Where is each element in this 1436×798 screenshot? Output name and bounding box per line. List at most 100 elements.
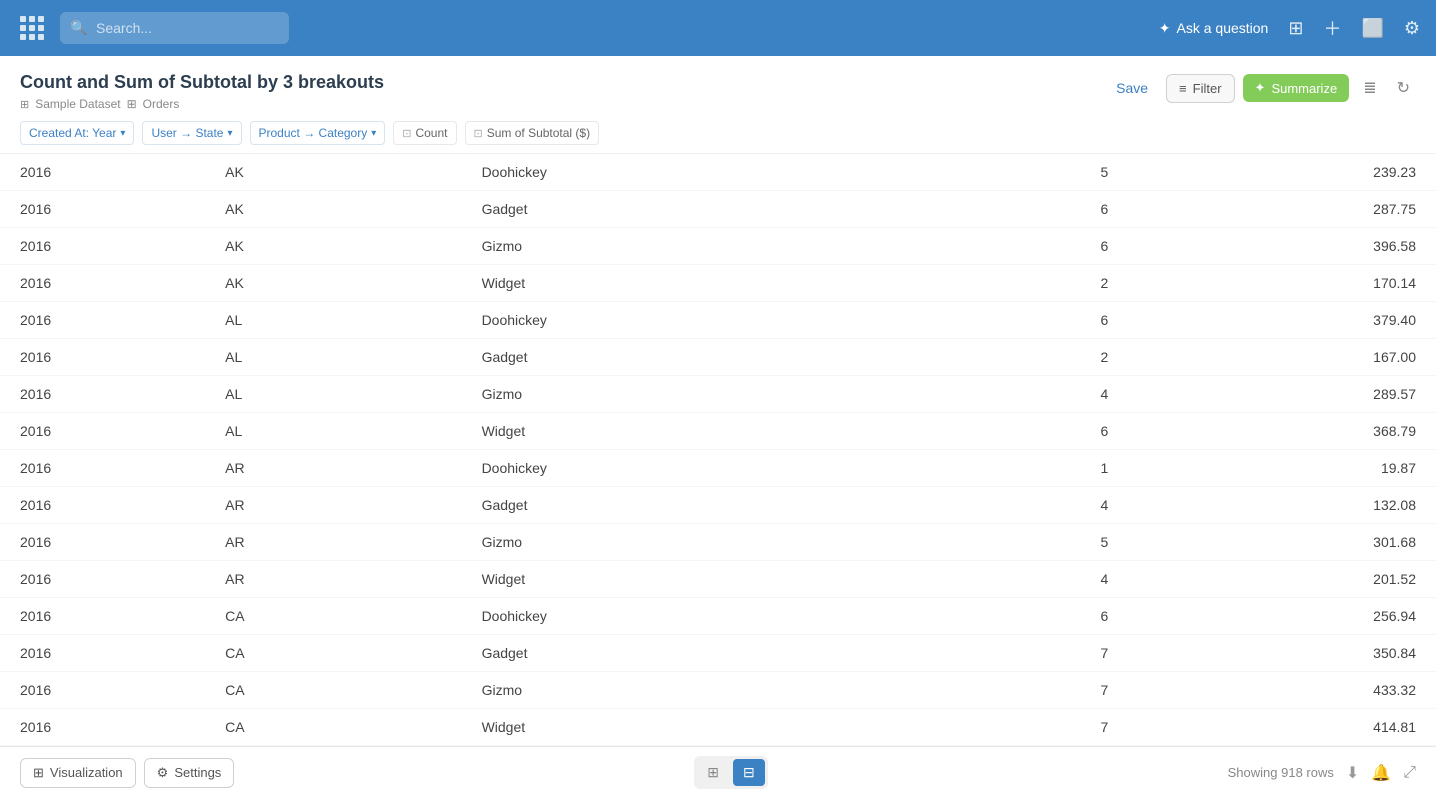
- cell-count: 2: [923, 339, 1128, 376]
- fullscreen-button[interactable]: ⤢: [1403, 764, 1416, 782]
- col-label-created-at: Created At: Year: [29, 126, 116, 140]
- table-row[interactable]: 2016 AL Doohickey 6 379.40: [0, 302, 1436, 339]
- chevron-down-icon-2: ▾: [227, 128, 232, 139]
- filter-label: Filter: [1193, 81, 1222, 96]
- breadcrumb-separator: ⊞: [127, 97, 137, 111]
- col-label-product-category: Product → Category: [259, 126, 368, 140]
- cell-year: 2016: [0, 413, 205, 450]
- settings-button[interactable]: ⚙ Settings: [144, 758, 235, 788]
- cell-subtotal: 170.14: [1128, 265, 1436, 302]
- table-row[interactable]: 2016 AK Gizmo 6 396.58: [0, 228, 1436, 265]
- cell-category: Doohickey: [462, 302, 924, 339]
- plus-icon: ✦: [1159, 20, 1171, 37]
- table-row[interactable]: 2016 CA Gadget 7 350.84: [0, 635, 1436, 672]
- cell-subtotal: 350.84: [1128, 635, 1436, 672]
- breadcrumb-table[interactable]: Orders: [143, 97, 180, 111]
- cell-year: 2016: [0, 450, 205, 487]
- filter-button[interactable]: ≡ Filter: [1166, 74, 1234, 103]
- cell-year: 2016: [0, 672, 205, 709]
- page-header-right: Save ≡ Filter ✦ Summarize ≣ ↻: [1106, 72, 1416, 104]
- grid-view-button[interactable]: ⊟: [733, 759, 765, 786]
- bookmark-icon[interactable]: ⬜: [1361, 18, 1383, 39]
- table-view-button[interactable]: ⊞: [697, 759, 729, 786]
- sort-button[interactable]: ≣: [1357, 72, 1382, 104]
- breadcrumb-dataset[interactable]: Sample Dataset: [35, 97, 120, 111]
- table-row[interactable]: 2016 AK Doohickey 5 239.23: [0, 154, 1436, 191]
- cell-subtotal: 379.40: [1128, 302, 1436, 339]
- cell-subtotal: 301.68: [1128, 524, 1436, 561]
- cell-state: AL: [205, 302, 461, 339]
- table-row[interactable]: 2016 AR Gizmo 5 301.68: [0, 524, 1436, 561]
- chart-icon: ⊞: [33, 765, 44, 781]
- cell-category: Gadget: [462, 339, 924, 376]
- col-pill-product-category[interactable]: Product → Category ▾: [250, 121, 386, 145]
- col-pill-created-at-year[interactable]: Created At: Year ▾: [20, 121, 134, 145]
- cell-count: 4: [923, 561, 1128, 598]
- table-row[interactable]: 2016 AL Widget 6 368.79: [0, 413, 1436, 450]
- cell-category: Doohickey: [462, 154, 924, 191]
- save-button[interactable]: Save: [1106, 74, 1158, 102]
- cell-count: 7: [923, 709, 1128, 746]
- cell-year: 2016: [0, 487, 205, 524]
- table-row[interactable]: 2016 AR Doohickey 1 19.87: [0, 450, 1436, 487]
- table-row[interactable]: 2016 AL Gizmo 4 289.57: [0, 376, 1436, 413]
- table-row[interactable]: 2016 AK Gadget 6 287.75: [0, 191, 1436, 228]
- cell-count: 6: [923, 302, 1128, 339]
- col-pill-user-state[interactable]: User → State ▾: [142, 121, 241, 145]
- cell-state: AR: [205, 487, 461, 524]
- breadcrumb: ⊞ Sample Dataset ⊞ Orders: [20, 97, 384, 111]
- table-container[interactable]: 2016 AK Doohickey 5 239.23 2016 AK Gadge…: [0, 154, 1436, 746]
- table-row[interactable]: 2016 AR Widget 4 201.52: [0, 561, 1436, 598]
- table-row[interactable]: 2016 AR Gadget 4 132.08: [0, 487, 1436, 524]
- cell-state: AK: [205, 228, 461, 265]
- cell-count: 7: [923, 672, 1128, 709]
- cell-year: 2016: [0, 191, 205, 228]
- cell-subtotal: 239.23: [1128, 154, 1436, 191]
- cell-subtotal: 201.52: [1128, 561, 1436, 598]
- alert-button[interactable]: 🔔: [1371, 763, 1391, 783]
- gear-icon[interactable]: ⚙: [1404, 18, 1420, 39]
- add-icon[interactable]: ＋: [1323, 15, 1341, 41]
- app-logo[interactable]: [16, 12, 48, 44]
- cell-state: AL: [205, 413, 461, 450]
- refresh-button[interactable]: ↻: [1391, 72, 1416, 104]
- table-row[interactable]: 2016 CA Gizmo 7 433.32: [0, 672, 1436, 709]
- col-filter-icon: ⊡: [402, 127, 411, 140]
- cell-year: 2016: [0, 709, 205, 746]
- grid-icon[interactable]: ⊞: [1288, 18, 1303, 39]
- col-label-count: Count: [415, 126, 447, 140]
- ask-question-button[interactable]: ✦ Ask a question: [1159, 20, 1269, 37]
- cell-category: Doohickey: [462, 598, 924, 635]
- cell-year: 2016: [0, 524, 205, 561]
- cell-count: 4: [923, 487, 1128, 524]
- search-input[interactable]: [60, 12, 289, 44]
- col-pill-count[interactable]: ⊡ Count: [393, 121, 456, 145]
- cell-subtotal: 368.79: [1128, 413, 1436, 450]
- summarize-button[interactable]: ✦ Summarize: [1243, 74, 1350, 102]
- cell-state: CA: [205, 672, 461, 709]
- col-label-user-state: User → State: [151, 126, 223, 140]
- cell-count: 6: [923, 598, 1128, 635]
- cell-subtotal: 256.94: [1128, 598, 1436, 635]
- settings-label: Settings: [174, 765, 221, 780]
- cell-category: Doohickey: [462, 450, 924, 487]
- table-row[interactable]: 2016 CA Widget 7 414.81: [0, 709, 1436, 746]
- filter-icon: ≡: [1179, 81, 1187, 96]
- cell-state: AK: [205, 265, 461, 302]
- download-button[interactable]: ⬇: [1346, 763, 1359, 783]
- page-title: Count and Sum of Subtotal by 3 breakouts: [20, 72, 384, 93]
- cell-state: CA: [205, 709, 461, 746]
- cell-subtotal: 167.00: [1128, 339, 1436, 376]
- cell-state: AR: [205, 450, 461, 487]
- top-nav: 🔍 ✦ Ask a question ⊞ ＋ ⬜ ⚙: [0, 0, 1436, 56]
- table-icon: ⊞: [20, 98, 29, 111]
- cell-year: 2016: [0, 561, 205, 598]
- table-row[interactable]: 2016 CA Doohickey 6 256.94: [0, 598, 1436, 635]
- cell-year: 2016: [0, 228, 205, 265]
- table-row[interactable]: 2016 AL Gadget 2 167.00: [0, 339, 1436, 376]
- nav-right: ✦ Ask a question ⊞ ＋ ⬜ ⚙: [1159, 15, 1420, 41]
- table-row[interactable]: 2016 AK Widget 2 170.14: [0, 265, 1436, 302]
- cell-category: Gadget: [462, 191, 924, 228]
- col-pill-subtotal[interactable]: ⊡ Sum of Subtotal ($): [465, 121, 600, 145]
- visualization-button[interactable]: ⊞ Visualization: [20, 758, 136, 788]
